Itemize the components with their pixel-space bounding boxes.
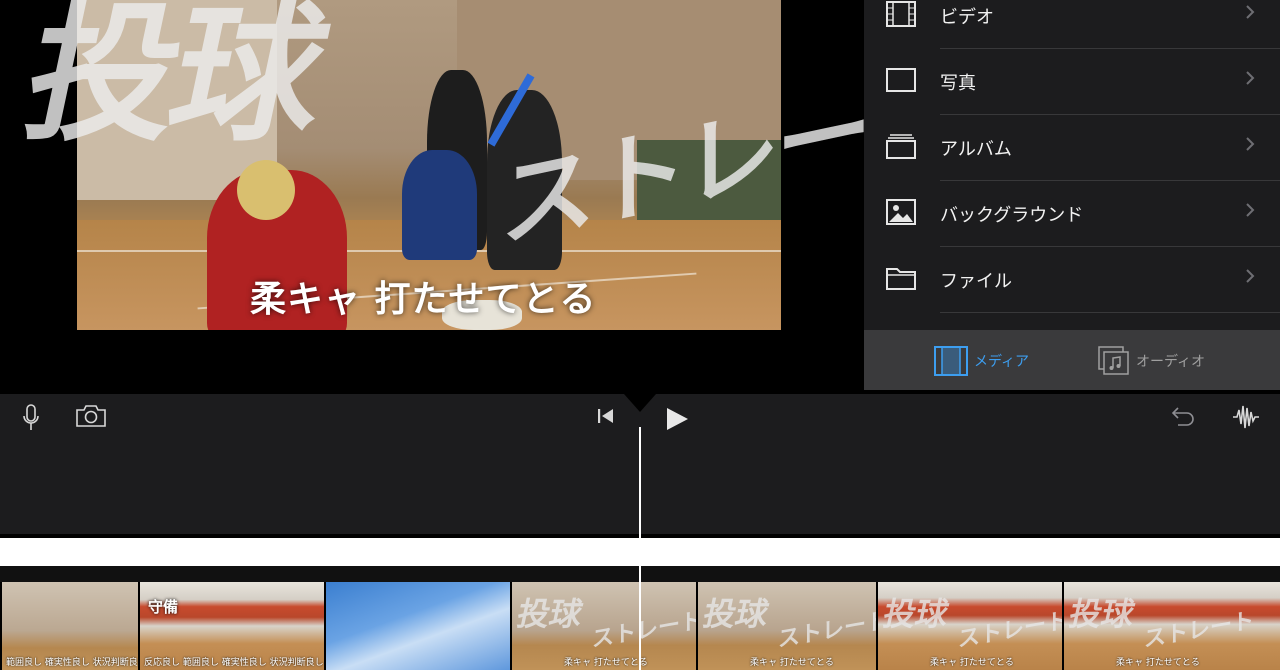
- menu-item-label: ビデオ: [940, 7, 994, 28]
- undo-icon[interactable]: [1170, 406, 1196, 428]
- timeline-clip[interactable]: 投球 ストレート 柔キャ 打たせてとる: [876, 582, 1062, 670]
- folder-icon: [886, 268, 916, 290]
- landscape-image-icon: [886, 199, 916, 225]
- tab-media-label: メディア: [974, 354, 1030, 370]
- video-preview-area: 投球 ストレート 柔キャ 打たせてとる: [0, 0, 864, 394]
- clip-overlay-title: 投球: [699, 595, 773, 633]
- timeline-clip[interactable]: 投球 ストレート 柔キャ 打たせてとる: [696, 582, 882, 670]
- clip-caption: 柔キャ 打たせてとる: [930, 658, 1014, 668]
- microphone-icon[interactable]: [22, 404, 40, 432]
- clip-caption: 柔キャ 打たせてとる: [1116, 658, 1200, 668]
- camera-icon[interactable]: [75, 404, 107, 428]
- tab-audio[interactable]: オーディオ: [1098, 346, 1205, 376]
- menu-item-video[interactable]: ビデオ: [864, 0, 1280, 49]
- timeline-clip[interactable]: 範囲良し 確実性良し 状況判断良し: [0, 582, 138, 670]
- film-icon: [886, 1, 916, 27]
- menu-item-label: アルバム: [940, 139, 1012, 160]
- clip-thumbnail-sky: [326, 582, 510, 670]
- menu-item-label: ファイル: [940, 271, 1012, 292]
- chevron-right-icon: [1246, 269, 1255, 283]
- menu-item-label: バックグラウンド: [940, 205, 1084, 226]
- clip-overlay-title: 投球: [513, 595, 587, 633]
- clip-caption: 柔キャ 打たせてとる: [750, 658, 834, 668]
- clip-caption: 柔キャ 打たせてとる: [564, 658, 648, 668]
- divider: [940, 312, 1280, 313]
- music-note-icon: [1098, 346, 1129, 375]
- play-icon[interactable]: [664, 406, 690, 432]
- media-browser-panel: ビデオ 写真 アルバム バックグラウンド ファイル メディア オーディオ: [864, 0, 1280, 390]
- timeline-clip[interactable]: [324, 582, 510, 670]
- menu-item-albums[interactable]: アルバム: [864, 115, 1280, 181]
- media-tab-bar: メディア オーディオ: [864, 330, 1280, 390]
- player-catcher: [402, 150, 477, 260]
- timeline-clip[interactable]: 投球 ストレート 柔キャ 打たせてとる: [510, 582, 696, 670]
- chevron-right-icon: [1246, 71, 1255, 85]
- menu-item-backgrounds[interactable]: バックグラウンド: [864, 181, 1280, 247]
- tab-audio-label: オーディオ: [1136, 354, 1206, 370]
- playhead-marker: [624, 394, 656, 412]
- menu-item-photos[interactable]: 写真: [864, 49, 1280, 115]
- menu-item-files[interactable]: ファイル: [864, 247, 1280, 313]
- clip-caption: 反応良し 範囲良し 確実性良し 状況判断良し: [144, 658, 324, 668]
- clip-caption: 範囲良し 確実性良し 状況判断良し: [6, 658, 138, 668]
- skip-to-start-icon[interactable]: [597, 408, 615, 424]
- video-caption: 柔キャ 打たせてとる: [250, 279, 597, 320]
- menu-item-label: 写真: [940, 73, 976, 94]
- photo-frame-icon: [886, 68, 916, 92]
- overlay-title-pitching: 投球: [11, 0, 337, 162]
- timeline-clip[interactable]: 守備 反応良し 範囲良し 確実性良し 状況判断良し: [138, 582, 324, 670]
- tab-media[interactable]: メディア: [934, 346, 1029, 376]
- playhead-line[interactable]: [639, 427, 641, 670]
- chevron-right-icon: [1246, 5, 1255, 19]
- clip-overlay-title: 投球: [879, 595, 953, 633]
- album-stack-icon: [886, 134, 916, 159]
- film-icon: [934, 346, 968, 376]
- timeline-clip[interactable]: 投球 ストレート 柔キャ 打たせてとる: [1062, 582, 1280, 670]
- chevron-right-icon: [1246, 203, 1255, 217]
- chevron-right-icon: [1246, 137, 1255, 151]
- audio-waveform-icon[interactable]: [1232, 404, 1260, 430]
- clip-overlay-title: 投球: [1065, 595, 1139, 633]
- pitcher-head: [237, 160, 295, 220]
- clip-title: 守備: [148, 598, 179, 616]
